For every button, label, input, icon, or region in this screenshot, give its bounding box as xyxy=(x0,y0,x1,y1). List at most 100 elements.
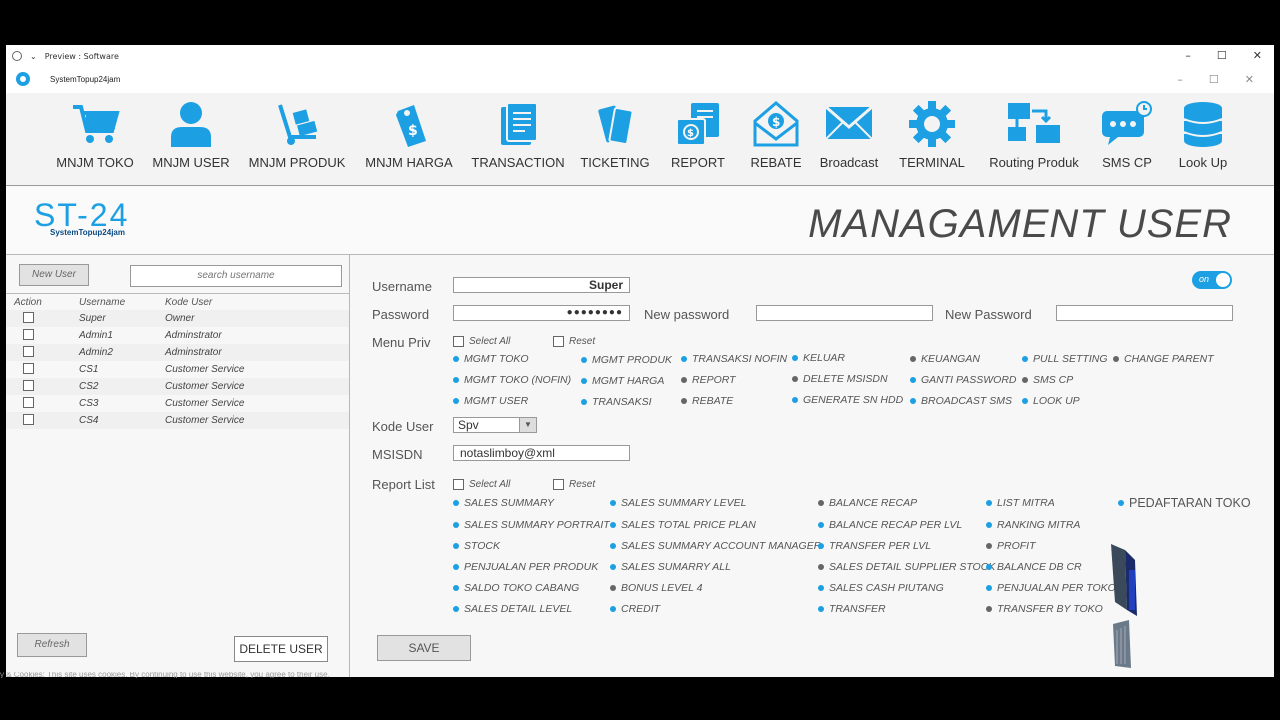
report-item[interactable]: SALDO TOKO CABANG xyxy=(453,582,579,594)
menu-priv-item[interactable]: MGMT HARGA xyxy=(581,375,664,387)
report-item[interactable]: SALES SUMMARY ACCOUNT MANAGER xyxy=(610,540,821,552)
row-checkbox[interactable] xyxy=(23,413,34,425)
delete-user-button[interactable]: DELETE USER xyxy=(234,636,328,662)
report-item[interactable]: RANKING MITRA xyxy=(986,519,1080,531)
table-row[interactable]: Super Owner xyxy=(6,310,349,327)
menu-priv-item[interactable]: SMS CP xyxy=(1022,374,1073,386)
new-password-input[interactable] xyxy=(756,305,933,321)
app-maximize-icon[interactable]: ☐ xyxy=(1209,73,1219,86)
username-input[interactable]: Super xyxy=(453,277,630,293)
preview-close-icon[interactable]: ✕ xyxy=(1253,49,1262,62)
menu-priv-item[interactable]: CHANGE PARENT xyxy=(1113,353,1214,365)
toolbar-broadcast[interactable]: Broadcast xyxy=(814,101,884,170)
report-select-all-checkbox[interactable]: Select All xyxy=(453,479,510,490)
table-row[interactable]: CS2 Customer Service xyxy=(6,378,349,395)
report-item[interactable]: BONUS LEVEL 4 xyxy=(610,582,703,594)
row-checkbox[interactable] xyxy=(23,362,34,374)
toolbar-transaction[interactable]: TRANSACTION xyxy=(470,101,566,170)
menu-priv-item[interactable]: PULL SETTING xyxy=(1022,353,1108,365)
menu-priv-item[interactable]: MGMT TOKO (NOFIN) xyxy=(453,374,571,386)
priv-item-label: DELETE MSISDN xyxy=(803,373,888,385)
report-item[interactable]: PROFIT xyxy=(986,540,1036,552)
toolbar-ticketing[interactable]: TICKETING xyxy=(580,101,650,170)
menu-select-all-checkbox[interactable]: Select All xyxy=(453,336,510,347)
report-item[interactable]: SALES SUMARRY ALL xyxy=(610,561,731,573)
table-row[interactable]: CS3 Customer Service xyxy=(6,395,349,412)
menu-priv-item[interactable]: TRANSAKSI NOFIN xyxy=(681,353,787,365)
row-checkbox[interactable] xyxy=(23,345,34,357)
report-item[interactable]: CREDIT xyxy=(610,603,660,615)
table-row[interactable]: Admin2 Adminstrator xyxy=(6,344,349,361)
menu-priv-item[interactable]: MGMT USER xyxy=(453,395,528,407)
report-item[interactable]: LIST MITRA xyxy=(986,497,1055,509)
report-item[interactable]: SALES SUMMARY PORTRAIT xyxy=(453,519,610,531)
menu-priv-item[interactable]: MGMT TOKO xyxy=(453,353,529,365)
preview-maximize-icon[interactable]: ☐ xyxy=(1217,49,1227,62)
toolbar-report[interactable]: $ REPORT xyxy=(666,101,730,170)
report-item[interactable]: BALANCE DB CR xyxy=(986,561,1082,573)
row-checkbox[interactable] xyxy=(23,396,34,408)
active-toggle[interactable]: on xyxy=(1192,271,1232,289)
menu-reset-checkbox[interactable]: Reset xyxy=(553,336,595,347)
priv-dot-icon xyxy=(581,399,587,405)
preview-menu-chevron-icon[interactable]: ⌄ xyxy=(30,52,37,61)
report-item[interactable]: TRANSFER BY TOKO xyxy=(986,603,1103,615)
app-close-icon[interactable]: ✕ xyxy=(1245,73,1254,86)
preview-minimize-icon[interactable]: – xyxy=(1185,49,1191,62)
refresh-button[interactable]: Refresh xyxy=(17,633,87,657)
table-row[interactable]: CS4 Customer Service xyxy=(6,412,349,429)
menu-priv-item[interactable]: LOOK UP xyxy=(1022,395,1080,407)
toolbar-rebate[interactable]: $ REBATE xyxy=(744,101,808,170)
table-row[interactable]: CS1 Customer Service xyxy=(6,361,349,378)
row-checkbox[interactable] xyxy=(23,379,34,391)
menu-priv-item[interactable]: KELUAR xyxy=(792,352,845,364)
report-item[interactable]: TRANSFER xyxy=(818,603,886,615)
report-item[interactable]: BALANCE RECAP xyxy=(818,497,917,509)
report-reset-checkbox[interactable]: Reset xyxy=(553,479,595,490)
menu-priv-item[interactable]: GENERATE SN HDD xyxy=(792,394,903,406)
toolbar-mnjm-toko[interactable]: MNJM TOKO xyxy=(56,101,134,170)
report-item[interactable]: SALES SUMMARY xyxy=(453,497,554,509)
toolbar-mnjm-harga[interactable]: $ MNJM HARGA xyxy=(363,101,455,170)
menu-priv-item[interactable]: BROADCAST SMS xyxy=(910,395,1012,407)
report-item[interactable]: SALES DETAIL SUPPLIER STOCK xyxy=(818,561,995,573)
menu-priv-item[interactable]: MGMT PRODUK xyxy=(581,354,672,366)
menu-priv-item[interactable]: GANTI PASSWORD xyxy=(910,374,1016,386)
report-item[interactable]: SALES SUMMARY LEVEL xyxy=(610,497,746,509)
toolbar-look-up[interactable]: Look Up xyxy=(1172,101,1234,170)
toolbar-terminal[interactable]: TERMINAL xyxy=(894,101,970,170)
menu-priv-item[interactable]: REBATE xyxy=(681,395,733,407)
app-minimize-icon[interactable]: – xyxy=(1177,73,1183,86)
toolbar-sms-cp[interactable]: SMS CP xyxy=(1098,101,1156,170)
menu-priv-item[interactable]: DELETE MSISDN xyxy=(792,373,888,385)
priv-dot-icon xyxy=(910,356,916,362)
new-user-button[interactable]: New User xyxy=(19,264,89,286)
password-input[interactable]: ●●●●●●●● xyxy=(453,305,630,321)
report-item[interactable]: PENJUALAN PER PRODUK xyxy=(453,561,598,573)
priv-item-label: TRANSAKSI NOFIN xyxy=(692,353,788,365)
save-button[interactable]: SAVE xyxy=(377,635,471,661)
search-username-input[interactable] xyxy=(130,265,342,287)
report-item[interactable]: STOCK xyxy=(453,540,500,552)
confirm-password-input[interactable] xyxy=(1056,305,1233,321)
toolbar-mnjm-produk[interactable]: MNJM PRODUK xyxy=(247,101,347,170)
table-row[interactable]: Admin1 Adminstrator xyxy=(6,327,349,344)
toolbar-mnjm-user[interactable]: MNJM USER xyxy=(152,101,230,170)
kode-user-select[interactable]: Spv ▼ xyxy=(453,417,537,433)
toolbar-routing-produk[interactable]: Routing Produk xyxy=(984,101,1084,170)
report-item-label: SALES SUMARRY ALL xyxy=(621,561,731,573)
report-item[interactable]: TRANSFER PER LVL xyxy=(818,540,931,552)
report-item[interactable]: PENJUALAN PER TOKO xyxy=(986,582,1116,594)
report-item[interactable]: PEDAFTARAN TOKO xyxy=(1118,496,1251,510)
chevron-down-icon[interactable]: ▼ xyxy=(519,418,536,432)
report-item[interactable]: SALES TOTAL PRICE PLAN xyxy=(610,519,756,531)
menu-priv-item[interactable]: REPORT xyxy=(681,374,736,386)
row-checkbox[interactable] xyxy=(23,311,34,323)
row-checkbox[interactable] xyxy=(23,328,34,340)
report-item[interactable]: BALANCE RECAP PER LVL xyxy=(818,519,962,531)
report-item[interactable]: SALES CASH PIUTANG xyxy=(818,582,944,594)
msisdn-input[interactable]: notaslimboy@xml xyxy=(453,445,630,461)
menu-priv-item[interactable]: TRANSAKSI xyxy=(581,396,652,408)
menu-priv-item[interactable]: KEUANGAN xyxy=(910,353,980,365)
report-item[interactable]: SALES DETAIL LEVEL xyxy=(453,603,572,615)
